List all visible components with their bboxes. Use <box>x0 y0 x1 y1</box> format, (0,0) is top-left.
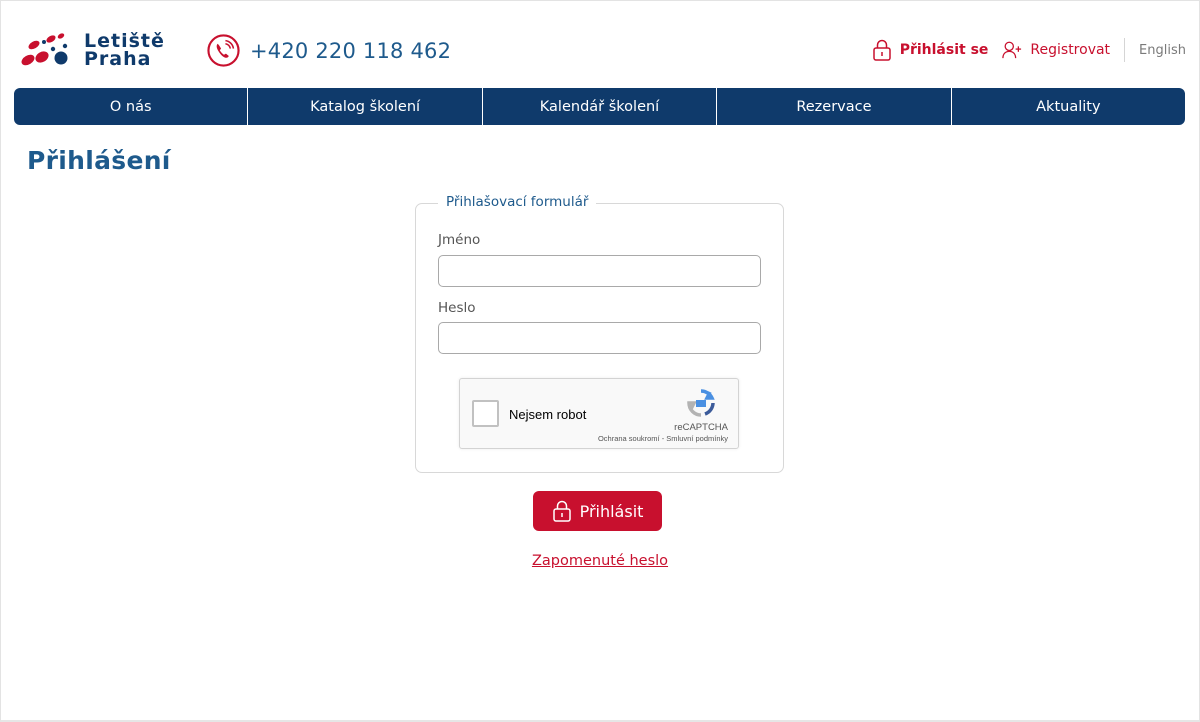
logo-text: Letiště Praha <box>84 32 165 70</box>
language-switch[interactable]: English <box>1139 43 1186 58</box>
register-link-label: Registrovat <box>1030 42 1111 58</box>
forgot-password-row: Zapomenuté heslo <box>0 552 1200 570</box>
lock-icon <box>552 500 571 522</box>
logo-mark-icon <box>21 33 68 66</box>
phone-number: +420 220 118 462 <box>250 38 452 63</box>
main-nav: O nás Katalog školení Kalendář školení R… <box>14 88 1185 125</box>
nav-item-about[interactable]: O nás <box>14 88 249 125</box>
name-input[interactable] <box>438 255 761 287</box>
phone-icon <box>207 34 240 67</box>
recaptcha-label: Nejsem robot <box>509 407 587 422</box>
recaptcha-checkbox[interactable] <box>472 400 499 427</box>
phone-contact[interactable]: +420 220 118 462 <box>207 34 451 67</box>
forgot-password-link[interactable]: Zapomenuté heslo <box>532 553 668 569</box>
page-title: Přihlášení <box>27 146 171 175</box>
nav-item-catalog[interactable]: Katalog školení <box>248 88 483 125</box>
recaptcha-icon <box>687 389 715 417</box>
password-label: Heslo <box>438 300 476 316</box>
logo[interactable]: Letiště Praha <box>20 30 170 70</box>
nav-item-calendar[interactable]: Kalendář školení <box>483 88 718 125</box>
top-links: Přihlásit se Registrovat English <box>872 38 1186 62</box>
register-link[interactable]: Registrovat <box>1002 39 1110 61</box>
logo-line-2: Praha <box>84 48 152 70</box>
password-input[interactable] <box>438 322 761 354</box>
recaptcha-terms[interactable]: Ochrana soukromí - Smluvní podmínky <box>598 434 728 443</box>
login-link-label: Přihlásit se <box>899 42 989 58</box>
login-form: Přihlašovací formulář Jméno Heslo Nejsem… <box>415 194 784 473</box>
nav-item-news[interactable]: Aktuality <box>952 88 1185 125</box>
login-submit-label: Přihlásit <box>579 501 644 521</box>
user-add-icon <box>1002 41 1022 59</box>
recaptcha-brand: reCAPTCHA <box>674 422 728 433</box>
lock-icon <box>872 39 891 61</box>
nav-item-reservation[interactable]: Rezervace <box>717 88 952 125</box>
login-link[interactable]: Přihlásit se <box>872 39 989 61</box>
form-legend: Přihlašovací formulář <box>438 194 597 210</box>
login-submit-button[interactable]: Přihlásit <box>533 491 662 531</box>
name-label: Jméno <box>438 232 481 248</box>
recaptcha-widget: Nejsem robot reCAPTCHA Ochrana soukromí … <box>459 378 739 449</box>
divider <box>1124 38 1126 62</box>
